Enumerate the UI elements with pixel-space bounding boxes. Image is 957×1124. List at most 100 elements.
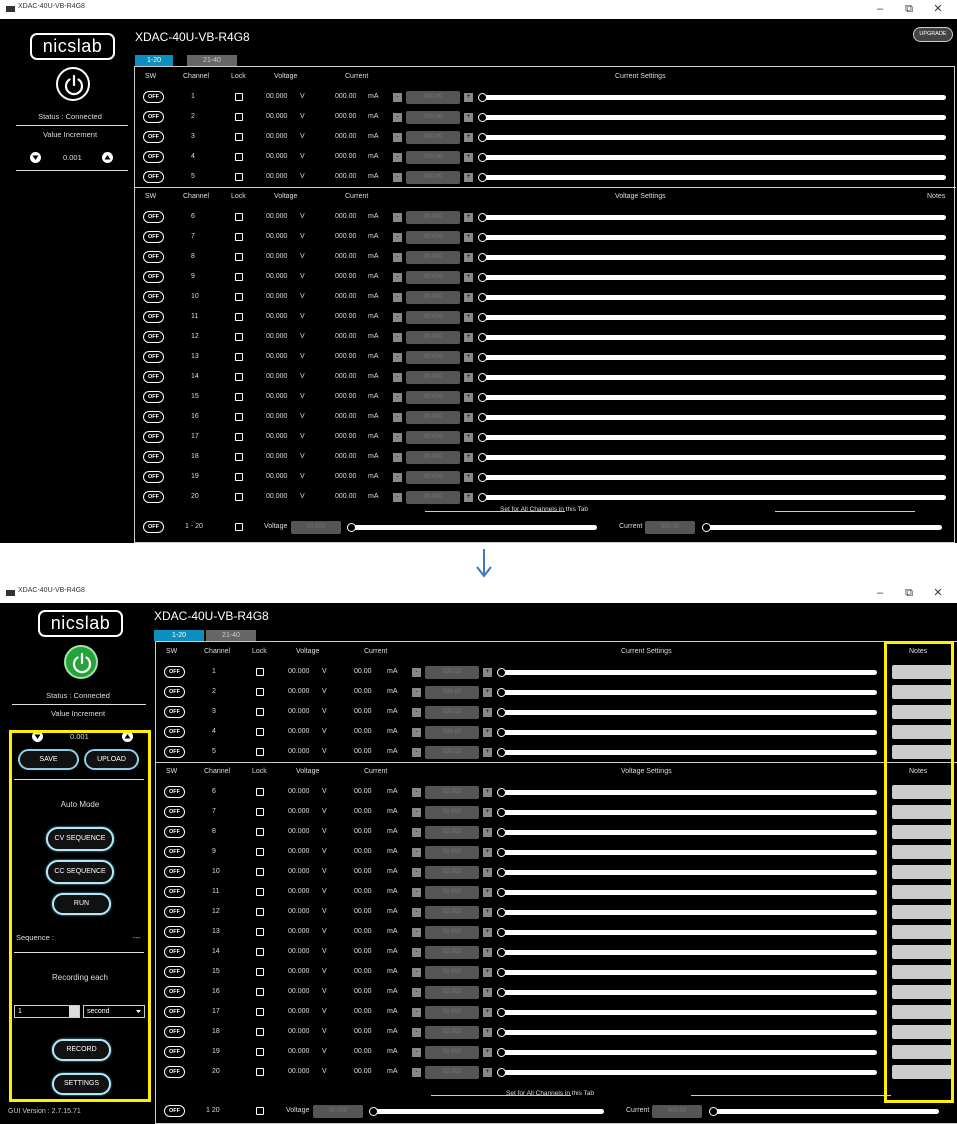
channel-switch-button[interactable]: OFF — [143, 171, 164, 183]
lock-checkbox[interactable] — [256, 808, 264, 816]
setting-slider[interactable] — [497, 670, 877, 675]
decrement-button[interactable]: - — [393, 353, 402, 362]
increment-button[interactable]: + — [464, 93, 473, 102]
channel-switch-button[interactable]: OFF — [143, 271, 164, 283]
tab-1-20[interactable]: 1-20 — [154, 630, 204, 641]
lock-checkbox[interactable] — [256, 1028, 264, 1036]
increment-button[interactable]: + — [483, 668, 492, 677]
decrement-button[interactable]: - — [393, 433, 402, 442]
decrement-button[interactable]: - — [412, 828, 421, 837]
setting-slider[interactable] — [478, 255, 946, 260]
setting-slider[interactable] — [478, 155, 946, 160]
setting-slider[interactable] — [478, 395, 946, 400]
settings-button[interactable]: SETTINGS — [52, 1073, 111, 1095]
setting-slider[interactable] — [497, 990, 877, 995]
setting-value-field[interactable]: 000.00 — [406, 171, 460, 184]
setting-value-field[interactable]: 000.00 — [425, 726, 479, 739]
setting-slider[interactable] — [497, 750, 877, 755]
lock-checkbox[interactable] — [235, 93, 243, 101]
increment-button[interactable]: + — [483, 948, 492, 957]
slider-handle[interactable] — [497, 668, 506, 677]
increment-button[interactable]: + — [464, 253, 473, 262]
decrement-button[interactable]: - — [393, 153, 402, 162]
slider-handle[interactable] — [497, 1048, 506, 1057]
lock-checkbox[interactable] — [235, 113, 243, 121]
setting-value-field[interactable]: 000.00 — [406, 91, 460, 104]
channel-switch-button[interactable]: OFF — [164, 906, 185, 918]
spinner-arrows-icon[interactable] — [69, 1006, 79, 1017]
decrement-button[interactable]: - — [412, 948, 421, 957]
slider-handle[interactable] — [497, 1028, 506, 1037]
channel-switch-button[interactable]: OFF — [164, 986, 185, 998]
lock-checkbox[interactable] — [235, 313, 243, 321]
maximize-button[interactable]: ⧉ — [897, 585, 921, 602]
setting-value-field[interactable]: 00.000 — [425, 1006, 479, 1019]
decrement-button[interactable]: - — [412, 888, 421, 897]
channel-switch-button[interactable]: OFF — [143, 391, 164, 403]
setting-slider[interactable] — [497, 1010, 877, 1015]
lock-checkbox[interactable] — [256, 708, 264, 716]
setting-value-field[interactable]: 000.00 — [425, 706, 479, 719]
channel-switch-button[interactable]: OFF — [143, 311, 164, 323]
notes-field[interactable] — [892, 685, 952, 699]
slider-handle[interactable] — [478, 273, 487, 282]
lock-checkbox[interactable] — [235, 353, 243, 361]
setting-value-field[interactable]: 00.000 — [425, 786, 479, 799]
channel-switch-button[interactable]: OFF — [164, 966, 185, 978]
notes-field[interactable] — [892, 985, 952, 999]
decrement-button[interactable]: - — [393, 173, 402, 182]
lock-checkbox[interactable] — [235, 393, 243, 401]
setting-value-field[interactable]: 00.000 — [406, 431, 460, 444]
channel-switch-button[interactable]: OFF — [143, 431, 164, 443]
setting-value-field[interactable]: 00.000 — [406, 351, 460, 364]
decrement-button[interactable]: - — [393, 233, 402, 242]
slider-handle[interactable] — [347, 523, 356, 532]
channel-switch-button[interactable]: OFF — [164, 1066, 185, 1078]
decrement-button[interactable]: - — [412, 688, 421, 697]
setting-slider[interactable] — [497, 790, 877, 795]
notes-field[interactable] — [892, 805, 952, 819]
decrement-button[interactable]: - — [412, 848, 421, 857]
setting-value-field[interactable]: 00.000 — [406, 371, 460, 384]
increment-button[interactable]: + — [483, 1008, 492, 1017]
channel-switch-button[interactable]: OFF — [164, 1026, 185, 1038]
increment-button[interactable]: + — [464, 433, 473, 442]
increment-button[interactable]: + — [464, 413, 473, 422]
slider-handle[interactable] — [478, 433, 487, 442]
set-all-current-slider[interactable] — [709, 1109, 939, 1114]
set-all-switch-button[interactable]: OFF — [143, 521, 164, 533]
channel-switch-button[interactable]: OFF — [143, 151, 164, 163]
channel-switch-button[interactable]: OFF — [143, 471, 164, 483]
channel-switch-button[interactable]: OFF — [143, 411, 164, 423]
close-button[interactable]: ✕ — [926, 585, 950, 602]
decrement-button[interactable]: - — [412, 1008, 421, 1017]
slider-handle[interactable] — [497, 848, 506, 857]
slider-handle[interactable] — [478, 353, 487, 362]
decrement-button[interactable]: - — [412, 788, 421, 797]
slider-handle[interactable] — [478, 313, 487, 322]
setting-slider[interactable] — [478, 415, 946, 420]
lock-checkbox[interactable] — [235, 453, 243, 461]
notes-field[interactable] — [892, 845, 952, 859]
decrement-button[interactable]: - — [393, 133, 402, 142]
lock-checkbox[interactable] — [235, 133, 243, 141]
setting-slider[interactable] — [478, 375, 946, 380]
slider-handle[interactable] — [478, 253, 487, 262]
run-button[interactable]: RUN — [52, 893, 111, 915]
slider-handle[interactable] — [497, 748, 506, 757]
slider-handle[interactable] — [478, 373, 487, 382]
setting-value-field[interactable]: 00.000 — [425, 1026, 479, 1039]
decrement-button[interactable]: - — [412, 988, 421, 997]
setting-value-field[interactable]: 00.000 — [406, 471, 460, 484]
slider-handle[interactable] — [702, 523, 711, 532]
tab-21-40[interactable]: 21-40 — [206, 630, 256, 641]
setting-slider[interactable] — [478, 235, 946, 240]
setting-value-field[interactable]: 00.000 — [406, 211, 460, 224]
increment-button[interactable]: + — [464, 333, 473, 342]
lock-checkbox[interactable] — [256, 828, 264, 836]
tab-21-40[interactable]: 21-40 — [187, 55, 237, 66]
decrement-button[interactable]: - — [412, 808, 421, 817]
setting-value-field[interactable]: 000.00 — [425, 746, 479, 759]
setting-slider[interactable] — [478, 295, 946, 300]
notes-field[interactable] — [892, 1025, 952, 1039]
